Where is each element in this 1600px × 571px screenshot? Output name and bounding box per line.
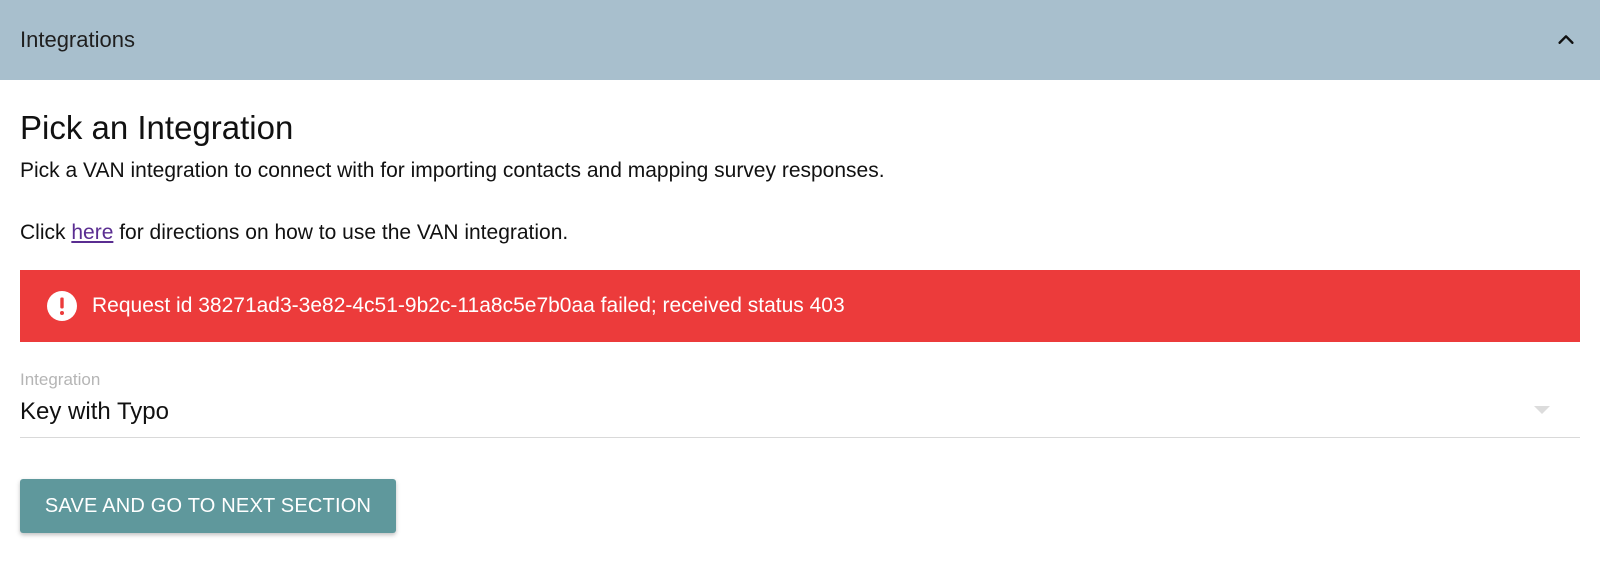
directions-prefix: Click	[20, 221, 72, 244]
error-icon	[46, 290, 78, 322]
save-and-next-button[interactable]: SAVE AND GO TO NEXT SECTION	[20, 479, 396, 533]
integration-description: Pick a VAN integration to connect with f…	[20, 159, 885, 182]
integration-select[interactable]: Integration Key with Typo	[20, 370, 1580, 438]
section-content: Pick an Integration Pick a VAN integrati…	[0, 110, 1600, 533]
error-message: Request id 38271ad3-3e82-4c51-9b2c-11a8c…	[92, 294, 845, 317]
directions-text: Click here for directions on how to use …	[20, 220, 1580, 246]
collapse-button[interactable]	[1546, 20, 1586, 60]
section-header-integrations[interactable]: Integrations	[0, 0, 1600, 80]
page: Integrations Pick an Integration Pick a …	[0, 0, 1600, 571]
directions-link[interactable]: here	[71, 221, 113, 244]
integration-select-value: Key with Typo	[20, 398, 169, 425]
dropdown-arrow-icon	[1534, 406, 1550, 414]
chevron-up-icon	[1558, 35, 1574, 44]
section-title: Integrations	[20, 27, 135, 52]
integration-select-label: Integration	[20, 370, 101, 389]
error-alert: Request id 38271ad3-3e82-4c51-9b2c-11a8c…	[20, 270, 1580, 342]
page-title: Pick an Integration	[20, 109, 294, 146]
directions-suffix: for directions on how to use the VAN int…	[113, 221, 569, 244]
